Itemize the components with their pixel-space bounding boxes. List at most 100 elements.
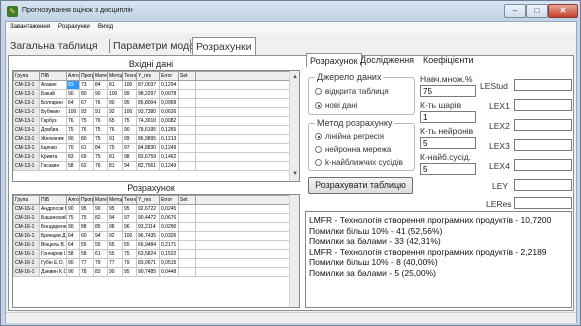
table-cell[interactable]: 90 (93, 89, 108, 99)
calc-grid-scrollbar[interactable] (289, 195, 299, 307)
table-cell[interactable]: 90 (93, 204, 108, 214)
table-cell[interactable]: 83 (93, 267, 108, 277)
table-cell[interactable]: СМ-13-1 (13, 107, 40, 117)
maximize-button[interactable]: □ (526, 4, 548, 18)
table-cell[interactable]: 82 (93, 213, 108, 223)
table-cell[interactable]: 93,7380 (136, 107, 160, 117)
neurons-field[interactable]: 5 (420, 137, 476, 149)
table-cell[interactable] (178, 125, 196, 135)
table-cell[interactable]: 85,8004 (136, 98, 160, 108)
table-cell[interactable]: 61 (93, 249, 108, 259)
table-cell[interactable]: 60 (79, 231, 94, 241)
column-header[interactable]: Матем (93, 71, 108, 81)
table-cell[interactable]: СМ-13-1 (13, 80, 40, 90)
table-row[interactable]: СМ-13-1 Криита 83 69 75 81 98 83,6759 0,1462 (13, 152, 291, 162)
table-cell[interactable]: Гарбуз (39, 116, 67, 126)
column-header[interactable]: Програ (79, 195, 94, 205)
table-cell[interactable]: 76 (107, 125, 123, 135)
table-cell[interactable]: 97 (122, 213, 137, 223)
table-cell[interactable]: 91 (93, 107, 108, 117)
table-cell[interactable]: 83,0671 (136, 258, 160, 268)
input-data-grid[interactable]: ГрупаПІБАлгориПрограМатемМетодиТехнолY_r… (12, 70, 300, 182)
table-cell[interactable]: 84 (93, 143, 108, 153)
table-cell[interactable]: 79 (93, 258, 108, 268)
column-header[interactable]: Set (178, 195, 196, 205)
column-header[interactable]: ПІБ (39, 195, 67, 205)
menu-calc[interactable]: Розрахунки (58, 24, 90, 30)
column-header[interactable]: Матем (93, 195, 108, 205)
coef-field-lex4[interactable] (514, 159, 572, 171)
scroll-up-icon[interactable]: ▲ (290, 74, 299, 80)
table-cell[interactable]: 81 (107, 161, 123, 171)
column-header[interactable]: Алгори (66, 71, 80, 81)
table-cell[interactable]: 0,1294 (159, 80, 179, 90)
table-cell[interactable]: 98 (107, 222, 123, 232)
table-cell[interactable]: 75 (122, 116, 137, 126)
table-cell[interactable]: 96 (122, 222, 137, 232)
table-cell[interactable]: 90,7485 (136, 267, 160, 277)
table-row[interactable]: СМ-13-1 Бубякин 100 93 91 92 100 93,7380 0,0626 (13, 107, 291, 117)
table-cell[interactable]: 75 (107, 143, 123, 153)
table-cell[interactable]: 90 (107, 267, 123, 277)
table-cell[interactable]: 90 (66, 204, 80, 214)
table-cell[interactable]: 0,2171 (159, 240, 179, 250)
table-cell[interactable]: 75 (122, 249, 137, 259)
column-header[interactable]: Програ (79, 71, 94, 81)
column-header[interactable]: Алгори (66, 195, 80, 205)
table-cell[interactable]: 64 (66, 240, 80, 250)
table-cell[interactable] (178, 267, 196, 277)
table-cell[interactable]: 92 (107, 231, 123, 241)
table-cell[interactable]: 82,7561 (136, 161, 160, 171)
table-cell[interactable]: 90 (66, 258, 80, 268)
table-cell[interactable]: СМ-13-1 (13, 161, 40, 171)
calculation-grid[interactable]: ГрупаПІБАлгориПрограМатемМетодиТехнолY_r… (12, 194, 300, 308)
table-cell[interactable]: 69 (79, 152, 94, 162)
table-cell[interactable]: СМ-13-1 (13, 152, 40, 162)
table-row[interactable]: СМ-16-1 Гончаров І. 58 58 61 55 75 63,5824 0,152… (13, 249, 291, 259)
table-cell[interactable]: 76 (93, 98, 108, 108)
table-cell[interactable] (178, 240, 196, 250)
table-cell[interactable]: 94 (122, 161, 137, 171)
table-cell[interactable]: 84,8830 (136, 143, 160, 153)
table-cell[interactable]: СМ-16-1 (13, 213, 40, 223)
table-cell[interactable]: 75 (79, 213, 94, 223)
table-cell[interactable]: 77 (107, 258, 123, 268)
table-cell[interactable]: 87,0037 (136, 80, 160, 90)
table-cell[interactable]: 0,0968 (159, 98, 179, 108)
table-cell[interactable]: 90 (66, 134, 80, 144)
column-header[interactable]: Y_res (136, 71, 160, 81)
table-cell[interactable]: 74,3010 (136, 116, 160, 126)
table-cell[interactable]: 100 (122, 80, 137, 90)
table-row[interactable]: СМ-13-1 Железняк 90 80 75 91 99 86,9895 0,1213 (13, 134, 291, 144)
table-cell[interactable]: 0,1249 (159, 161, 179, 171)
table-cell[interactable]: 90 (66, 267, 80, 277)
table-cell[interactable]: 65 (107, 240, 123, 250)
table-cell[interactable]: СМ-16-1 (13, 249, 40, 259)
table-cell[interactable]: Вінцель В. (39, 240, 67, 250)
table-cell[interactable]: 0,1249 (159, 143, 179, 153)
table-cell[interactable]: 84 (93, 80, 108, 90)
table-cell[interactable]: 76 (79, 125, 94, 135)
table-cell[interactable]: 0,0448 (159, 267, 179, 277)
table-cell[interactable]: СМ-13-1 (13, 125, 40, 135)
column-header[interactable]: Set (178, 71, 196, 81)
column-header[interactable]: Технол (122, 195, 137, 205)
table-cell[interactable]: 76 (66, 116, 80, 126)
table-cell[interactable] (178, 107, 196, 117)
table-cell[interactable]: 0,0245 (159, 204, 179, 214)
table-cell[interactable]: Криита (39, 152, 67, 162)
table-cell[interactable]: 100 (107, 89, 123, 99)
table-cell[interactable]: СМ-16-1 (13, 231, 40, 241)
menu-exit[interactable]: Вихід (98, 24, 113, 30)
table-cell[interactable]: 93,2114 (136, 222, 160, 232)
table-cell[interactable] (178, 231, 196, 241)
table-cell[interactable] (178, 80, 196, 90)
table-cell[interactable]: 55 (93, 240, 108, 250)
table-cell[interactable]: 66,9484 (136, 240, 160, 250)
table-cell[interactable]: 0,0626 (159, 107, 179, 117)
table-cell[interactable]: 58 (66, 161, 80, 171)
table-cell[interactable]: 64 (66, 98, 80, 108)
table-cell[interactable]: 86,9895 (136, 134, 160, 144)
table-row[interactable]: СМ-16-1 Дзевин К.О. 90 78 83 90 95 90,7485 0,044… (13, 267, 291, 277)
table-cell[interactable]: 96,7435 (136, 231, 160, 241)
